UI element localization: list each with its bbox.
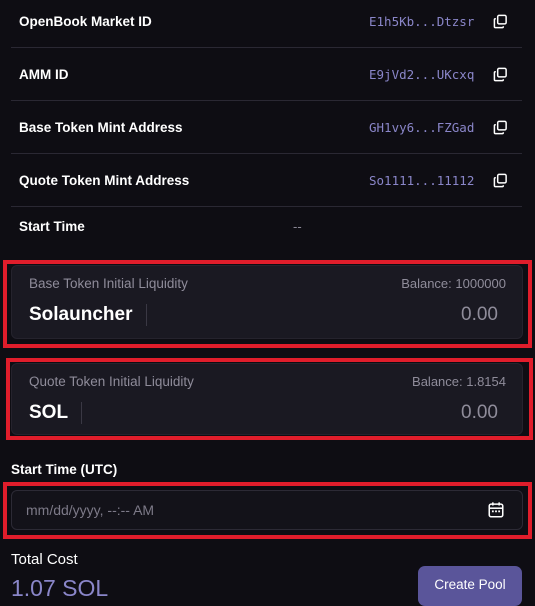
info-label: AMM ID — [19, 67, 69, 82]
quote-liquidity-title: Quote Token Initial Liquidity — [29, 374, 194, 389]
info-row-base-token-mint: Base Token Mint Address GH1vy6...FZGad — [11, 102, 522, 154]
info-value: GH1vy6...FZGad — [369, 120, 475, 135]
info-value: E9jVd2...UKcxq — [369, 67, 475, 82]
info-label: Base Token Mint Address — [19, 120, 183, 135]
start-time-utc-label: Start Time (UTC) — [11, 462, 118, 477]
base-token-name: Solauncher — [29, 304, 133, 325]
copy-icon[interactable] — [493, 14, 508, 29]
calendar-icon[interactable] — [487, 501, 505, 519]
info-row-openbook-market-id: OpenBook Market ID E1h5Kb...Dtzsr — [11, 0, 522, 48]
quote-liquidity-card[interactable]: Quote Token Initial Liquidity Balance: 1… — [11, 363, 523, 435]
divider — [146, 304, 147, 326]
total-cost-label: Total Cost — [11, 551, 78, 568]
base-liquidity-card[interactable]: Base Token Initial Liquidity Balance: 10… — [11, 265, 523, 339]
info-row-quote-token-mint: Quote Token Mint Address So1111...11112 — [11, 155, 522, 207]
info-row-amm-id: AMM ID E9jVd2...UKcxq — [11, 49, 522, 101]
base-liquidity-title: Base Token Initial Liquidity — [29, 276, 188, 291]
quote-balance: Balance: 1.8154 — [412, 374, 506, 389]
info-label: OpenBook Market ID — [19, 14, 152, 29]
start-time-input[interactable]: mm/dd/yyyy, --:-- AM — [11, 490, 523, 530]
base-amount-input[interactable]: 0.00 — [461, 304, 498, 326]
info-label: Start Time — [19, 219, 85, 234]
divider — [81, 402, 82, 424]
start-time-placeholder: mm/dd/yyyy, --:-- AM — [26, 502, 155, 518]
info-row-start-time: Start Time -- — [11, 208, 522, 246]
quote-token-name: SOL — [29, 402, 69, 423]
copy-icon[interactable] — [493, 67, 508, 82]
create-pool-button[interactable]: Create Pool — [418, 566, 522, 606]
quote-amount-input[interactable]: 0.00 — [461, 402, 498, 424]
total-cost-value: 1.07 SOL — [11, 575, 109, 601]
base-balance: Balance: 1000000 — [401, 276, 506, 291]
info-value: -- — [293, 219, 302, 234]
info-value: So1111...11112 — [369, 173, 475, 188]
copy-icon[interactable] — [493, 120, 508, 135]
info-value: E1h5Kb...Dtzsr — [369, 14, 475, 29]
info-label: Quote Token Mint Address — [19, 173, 190, 188]
copy-icon[interactable] — [493, 173, 508, 188]
